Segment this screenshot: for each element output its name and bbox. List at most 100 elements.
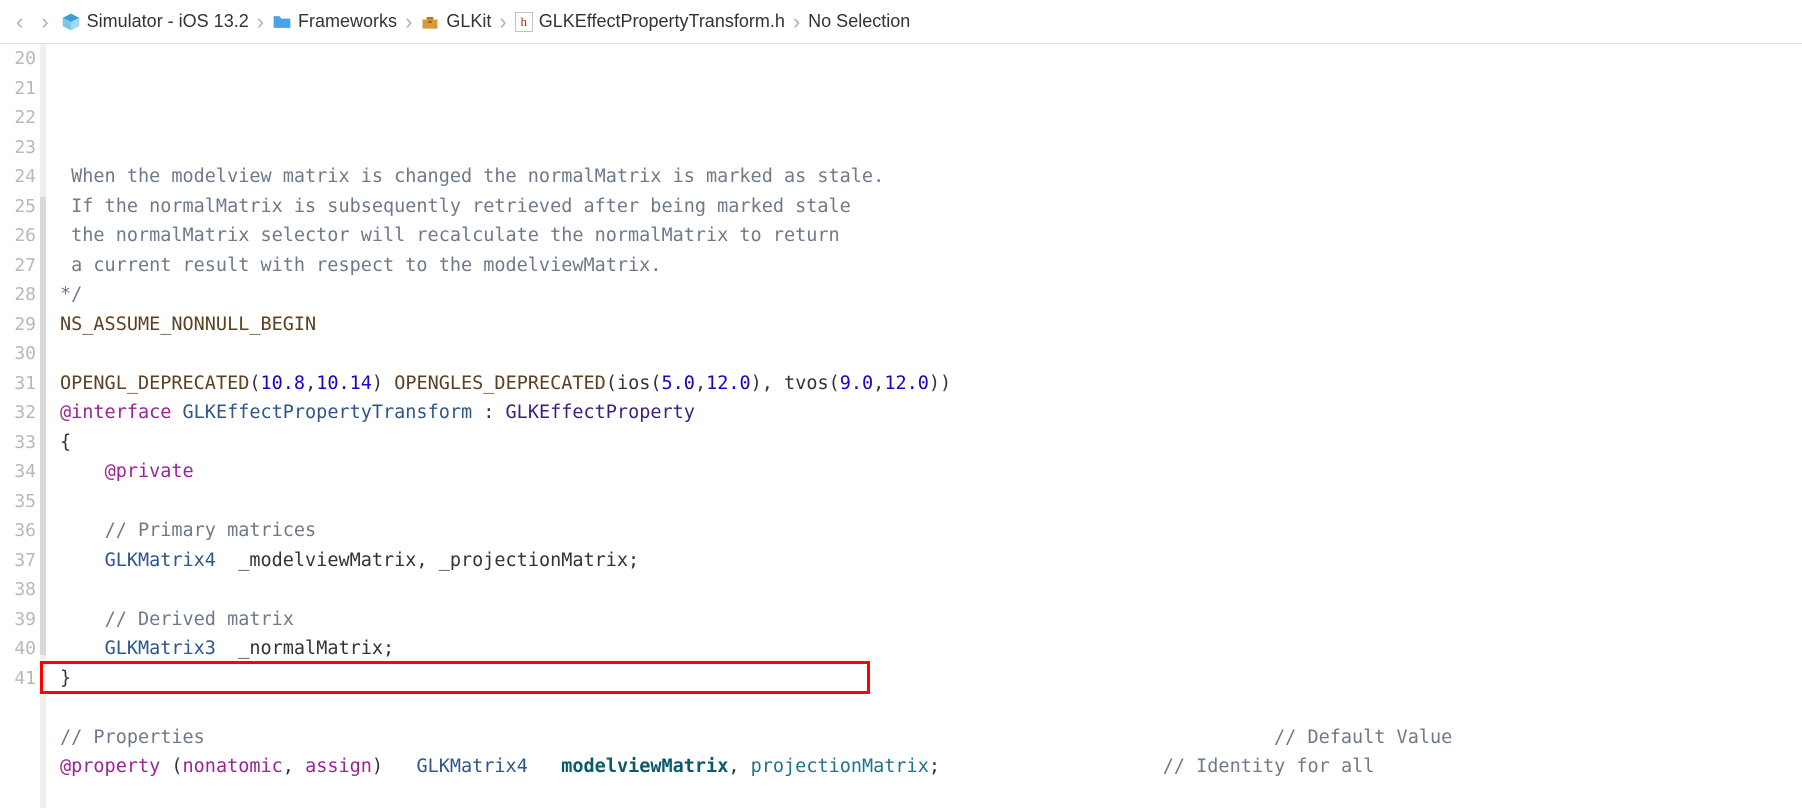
code-line[interactable]	[60, 339, 1802, 369]
line-number-gutter: 2021222324252627282930313233343536373839…	[0, 44, 46, 808]
code-token: // Default Value	[1241, 723, 1453, 753]
nav-forward-button[interactable]: ›	[35, 9, 54, 35]
code-line[interactable]: @interface GLKEffectPropertyTransform : …	[60, 398, 1802, 428]
code-token: {	[60, 428, 71, 458]
code-line[interactable]	[60, 133, 1802, 163]
code-token: a current result with respect to the mod…	[60, 251, 661, 281]
code-token: If the normalMatrix is subsequently retr…	[60, 192, 851, 222]
line-number: 30	[0, 339, 36, 369]
line-number: 38	[0, 575, 36, 605]
code-token	[60, 605, 105, 635]
code-line[interactable]: }	[60, 664, 1802, 694]
code-line[interactable]: // Properties // Default Value	[60, 723, 1802, 753]
code-line[interactable]: @private	[60, 457, 1802, 487]
line-number: 21	[0, 74, 36, 104]
line-number: 35	[0, 487, 36, 517]
code-token: When the modelview matrix is changed the…	[60, 162, 884, 192]
code-line[interactable]: If the normalMatrix is subsequently retr…	[60, 192, 1802, 222]
code-token: ))	[929, 369, 951, 399]
code-token: nonatomic	[183, 752, 283, 782]
code-token: (	[160, 752, 182, 782]
code-token: */	[60, 280, 82, 310]
breadcrumb-label: GLKit	[446, 11, 491, 32]
code-line[interactable]: When the modelview matrix is changed the…	[60, 162, 1802, 192]
line-number: 20	[0, 44, 36, 74]
code-token: 9.0	[840, 369, 873, 399]
code-token: }	[60, 664, 71, 694]
code-token: the normalMatrix selector will recalcula…	[60, 221, 840, 251]
breadcrumb-bar: ‹ › Simulator - iOS 13.2 › Frameworks › …	[0, 0, 1802, 44]
code-token: GLKEffectProperty	[506, 398, 695, 428]
code-token	[60, 516, 105, 546]
code-line[interactable]: {	[60, 428, 1802, 458]
code-line[interactable]: */	[60, 280, 1802, 310]
code-area[interactable]: When the modelview matrix is changed the…	[46, 44, 1802, 808]
code-token: ,	[873, 369, 884, 399]
breadcrumb-label: GLKEffectPropertyTransform.h	[539, 11, 785, 32]
code-token: ), tvos(	[751, 369, 840, 399]
code-token	[60, 546, 105, 576]
line-number: 34	[0, 457, 36, 487]
code-token: _modelviewMatrix, _projectionMatrix;	[216, 546, 639, 576]
code-line[interactable]: @property (nonatomic, assign) GLKMatrix4…	[60, 752, 1802, 782]
code-token: GLKMatrix4	[105, 546, 216, 576]
line-number: 25	[0, 192, 36, 222]
code-token: (ios(	[606, 369, 662, 399]
code-token: OPENGL_DEPRECATED	[60, 369, 249, 399]
code-token: OPENGLES_DEPRECATED	[394, 369, 606, 399]
code-line[interactable]: the normalMatrix selector will recalcula…	[60, 221, 1802, 251]
code-line[interactable]: NS_ASSUME_NONNULL_BEGIN	[60, 310, 1802, 340]
breadcrumb-item-frameworks[interactable]: Frameworks	[272, 11, 397, 32]
code-token: modelviewMatrix	[561, 752, 728, 782]
folder-icon	[272, 12, 292, 32]
line-number: 36	[0, 516, 36, 546]
code-token: @private	[105, 457, 194, 487]
toolbox-icon	[420, 12, 440, 32]
code-token	[60, 634, 105, 664]
code-line[interactable]	[60, 575, 1802, 605]
nav-back-button[interactable]: ‹	[10, 9, 29, 35]
line-number: 37	[0, 546, 36, 576]
code-token: ,	[283, 752, 305, 782]
code-line[interactable]: OPENGL_DEPRECATED(10.8,10.14) OPENGLES_D…	[60, 369, 1802, 399]
code-token: )	[372, 369, 394, 399]
breadcrumb-label: Simulator - iOS 13.2	[87, 11, 249, 32]
breadcrumb-label: No Selection	[808, 11, 910, 32]
code-token: ,	[728, 752, 750, 782]
code-token: 5.0	[662, 369, 695, 399]
code-line[interactable]: // Primary matrices	[60, 516, 1802, 546]
code-token: ;	[929, 752, 1129, 782]
line-number: 24	[0, 162, 36, 192]
line-number: 41	[0, 664, 36, 694]
line-number: 39	[0, 605, 36, 635]
breadcrumb-item-file[interactable]: h GLKEffectPropertyTransform.h	[515, 11, 785, 32]
code-token: @interface	[60, 398, 171, 428]
line-number: 29	[0, 310, 36, 340]
code-token: // Properties	[60, 723, 1241, 753]
code-token: 12.0	[884, 369, 929, 399]
line-number: 31	[0, 369, 36, 399]
code-token: 10.8	[261, 369, 306, 399]
breadcrumb-item-glkit[interactable]: GLKit	[420, 11, 491, 32]
breadcrumb-separator-icon: ›	[791, 9, 802, 35]
code-token	[171, 398, 182, 428]
code-line[interactable]: GLKMatrix3 _normalMatrix;	[60, 634, 1802, 664]
box-icon	[61, 12, 81, 32]
code-line[interactable]: GLKMatrix4 _modelviewMatrix, _projection…	[60, 546, 1802, 576]
code-line[interactable]: a current result with respect to the mod…	[60, 251, 1802, 281]
breadcrumb-label: Frameworks	[298, 11, 397, 32]
code-line[interactable]	[60, 487, 1802, 517]
editor: 2021222324252627282930313233343536373839…	[0, 44, 1802, 808]
breadcrumb-item-selection[interactable]: No Selection	[808, 11, 910, 32]
code-line[interactable]	[60, 693, 1802, 723]
line-number: 40	[0, 634, 36, 664]
code-token: // Identity for all	[1129, 752, 1374, 782]
line-number: 28	[0, 280, 36, 310]
breadcrumb-separator-icon: ›	[497, 9, 508, 35]
code-line[interactable]: // Derived matrix	[60, 605, 1802, 635]
code-token: (	[249, 369, 260, 399]
line-number: 26	[0, 221, 36, 251]
breadcrumb-item-simulator[interactable]: Simulator - iOS 13.2	[61, 11, 249, 32]
header-file-icon: h	[515, 12, 533, 32]
code-token: GLKEffectPropertyTransform	[183, 398, 473, 428]
